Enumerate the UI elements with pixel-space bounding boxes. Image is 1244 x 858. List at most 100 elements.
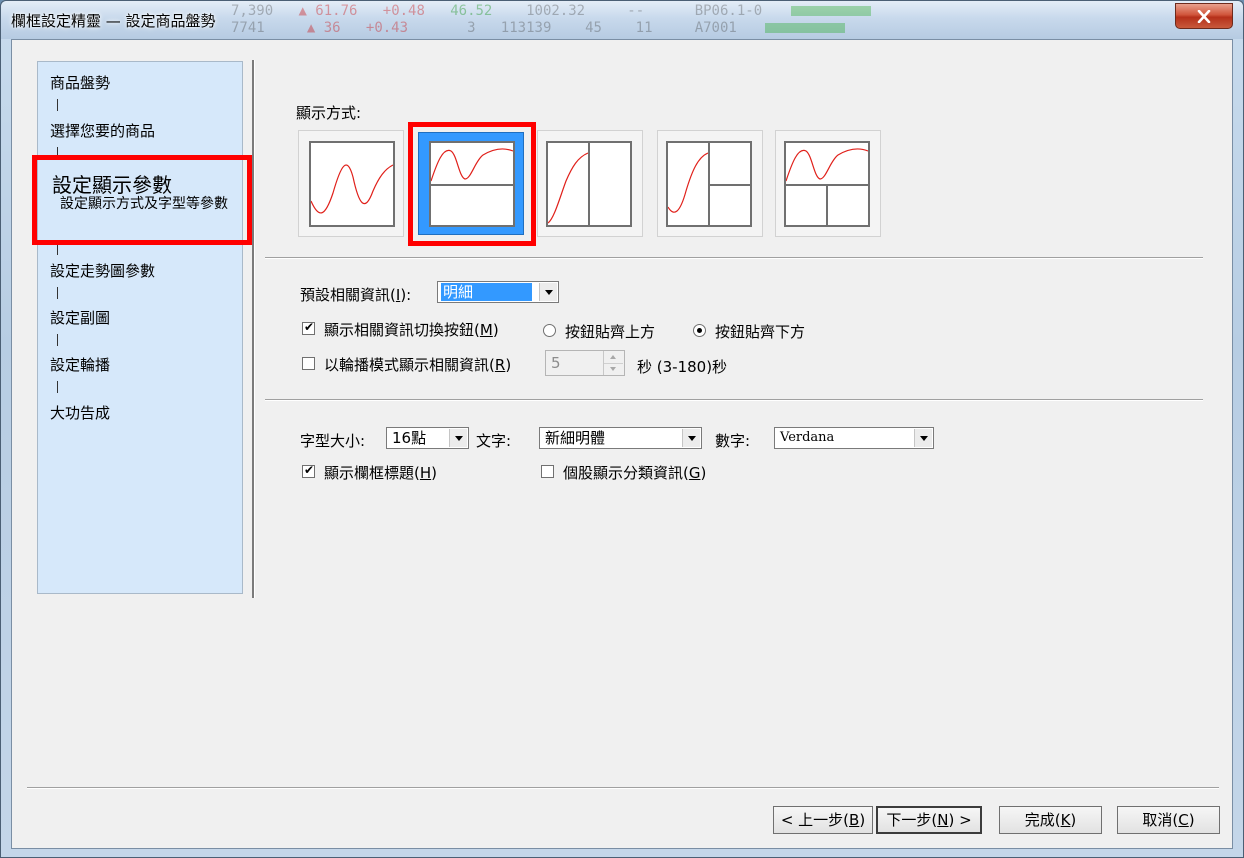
- background-ticker: 7,390 ▲ 61.76 +0.48 46.52 1002.32 -- BP0…: [231, 3, 1171, 37]
- ticker-bar: [790, 6, 871, 16]
- text-font-label: 文字:: [476, 432, 512, 450]
- step-select-product: 選擇您要的商品: [50, 122, 156, 140]
- show-header-label[interactable]: 顯示欄框標題(H): [324, 462, 437, 483]
- step-sub-chart: 設定副圖: [50, 309, 111, 327]
- number-font-label: 數字:: [715, 432, 751, 450]
- radio-selected-dot: [697, 328, 702, 333]
- ticker-value: +0.43: [365, 20, 409, 36]
- cancel-button[interactable]: 取消(C): [1117, 806, 1220, 834]
- ticker-value: A7001: [694, 20, 737, 36]
- layout-divider: [710, 184, 750, 186]
- previous-hotkey: B: [849, 811, 860, 829]
- finish-hotkey: K: [1060, 811, 1071, 829]
- number-font-select[interactable]: Verdana: [774, 427, 934, 449]
- related-info-value: 明細: [441, 283, 532, 301]
- chevron-down-icon[interactable]: [682, 429, 700, 447]
- finish-button-label: 完成: [1024, 811, 1055, 829]
- layout-option-top-split-bottom[interactable]: [775, 130, 881, 237]
- section-separator: [265, 257, 1203, 259]
- related-info-label-text: 預設相關資訊: [300, 286, 391, 304]
- step-product-status: 商品盤勢: [50, 74, 111, 92]
- chevron-down-icon[interactable]: [539, 283, 557, 301]
- layout-divider: [588, 143, 590, 225]
- layout-preview: [309, 141, 395, 227]
- spinner-down-icon[interactable]: [604, 363, 623, 375]
- align-bottom-radio[interactable]: [693, 324, 706, 337]
- previous-button-label: < 上一步: [780, 811, 844, 829]
- show-switch-label-text: 顯示相關資訊切換按鈕: [324, 321, 475, 339]
- ticker-value: ▲ 61.76: [298, 3, 358, 19]
- next-button-label: 下一步: [886, 811, 932, 829]
- align-top-radio[interactable]: [543, 324, 556, 337]
- ticker-value: BP06.1-0: [694, 3, 763, 19]
- next-hotkey: N: [937, 811, 949, 829]
- ticker-value: 1002.32: [526, 3, 586, 19]
- ticker-value: +0.48: [382, 3, 425, 19]
- cancel-button-label: 取消: [1142, 811, 1173, 829]
- rotate-mode-label[interactable]: 以輪播模式顯示相關資訊(R): [324, 354, 511, 375]
- rotate-mode-hotkey: R: [494, 356, 506, 374]
- show-switch-checkbox[interactable]: ✔: [302, 320, 315, 335]
- finish-button[interactable]: 完成(K): [999, 806, 1102, 834]
- ticker-value: 3: [467, 20, 476, 36]
- align-top-label[interactable]: 按鈕貼齊上方: [565, 321, 655, 342]
- cancel-hotkey: C: [1178, 811, 1189, 829]
- show-header-hotkey: H: [419, 464, 432, 482]
- step-connector: [57, 381, 58, 393]
- related-info-select[interactable]: 明細: [437, 281, 559, 303]
- ticker-value: ▲ 36: [306, 20, 341, 36]
- ticker-value: 45: [585, 20, 602, 36]
- section-separator: [265, 399, 1203, 401]
- ticker-value: 7,390: [231, 3, 274, 19]
- ticker-value: --: [627, 3, 645, 19]
- dialog-client-area: 商品盤勢 選擇您要的商品 設定顯示參數 設定顯示方式及字型等參數 設定走勢圖參數…: [11, 39, 1233, 849]
- trend-line-icon: [668, 152, 708, 213]
- next-button[interactable]: 下一步(N) >: [876, 806, 982, 834]
- align-bottom-label[interactable]: 按鈕貼齊下方: [715, 321, 805, 342]
- category-info-label[interactable]: 個股顯示分類資訊(G): [563, 462, 706, 483]
- footer-separator: [27, 787, 1219, 789]
- layout-divider: [826, 186, 828, 225]
- chevron-down-icon[interactable]: [449, 429, 467, 447]
- rotate-seconds-spinner[interactable]: 5: [545, 350, 625, 376]
- category-info-checkbox[interactable]: [541, 465, 554, 478]
- rotate-seconds-unit: 秒 (3-180)秒: [637, 358, 728, 376]
- layout-option-single[interactable]: [298, 130, 404, 237]
- step-connector: [57, 334, 58, 346]
- previous-button[interactable]: < 上一步(B): [773, 806, 873, 834]
- display-mode-label: 顯示方式:: [296, 104, 362, 122]
- text-font-value: 新細明體: [545, 429, 606, 447]
- step-rotation: 設定輪播: [50, 356, 111, 374]
- related-info-label: 預設相關資訊(I):: [300, 286, 412, 304]
- step-finish: 大功告成: [50, 404, 111, 422]
- window-title: 欄框設定精靈 — 設定商品盤勢: [11, 12, 216, 30]
- panel-divider: [252, 60, 255, 598]
- category-info-hotkey: G: [688, 464, 701, 482]
- layout-option-left-right[interactable]: [537, 130, 643, 237]
- show-switch-hotkey: M: [479, 321, 493, 339]
- rotate-mode-checkbox[interactable]: [302, 357, 315, 370]
- next-arrow: >: [954, 811, 972, 829]
- close-icon: [1197, 10, 1211, 23]
- chevron-down-icon[interactable]: [914, 429, 932, 447]
- current-step-highlight: [32, 155, 252, 245]
- step-connector: [57, 99, 58, 111]
- checkmark-icon: ✔: [304, 320, 315, 334]
- layout-preview: [666, 141, 752, 227]
- close-button[interactable]: [1175, 3, 1233, 29]
- layout-option-left-right-split[interactable]: [657, 130, 763, 237]
- show-header-checkbox[interactable]: ✔: [302, 463, 315, 478]
- ticker-bar: [765, 23, 846, 33]
- trend-line-icon: [311, 164, 393, 214]
- selected-layout-highlight: [408, 122, 536, 246]
- font-size-select[interactable]: 16點: [386, 427, 469, 449]
- show-switch-label[interactable]: 顯示相關資訊切換按鈕(M): [324, 319, 499, 340]
- title-bar[interactable]: 7,390 ▲ 61.76 +0.48 46.52 1002.32 -- BP0…: [1, 1, 1243, 39]
- step-trend-params: 設定走勢圖參數: [50, 262, 156, 280]
- category-info-label-text: 個股顯示分類資訊: [563, 464, 684, 482]
- font-size-value: 16點: [392, 429, 427, 447]
- text-font-select[interactable]: 新細明體: [539, 427, 702, 449]
- ticker-value: 7741: [231, 20, 265, 36]
- trend-line-icon: [548, 152, 588, 224]
- steps-panel: 商品盤勢 選擇您要的商品 設定顯示參數 設定顯示方式及字型等參數 設定走勢圖參數…: [37, 61, 243, 594]
